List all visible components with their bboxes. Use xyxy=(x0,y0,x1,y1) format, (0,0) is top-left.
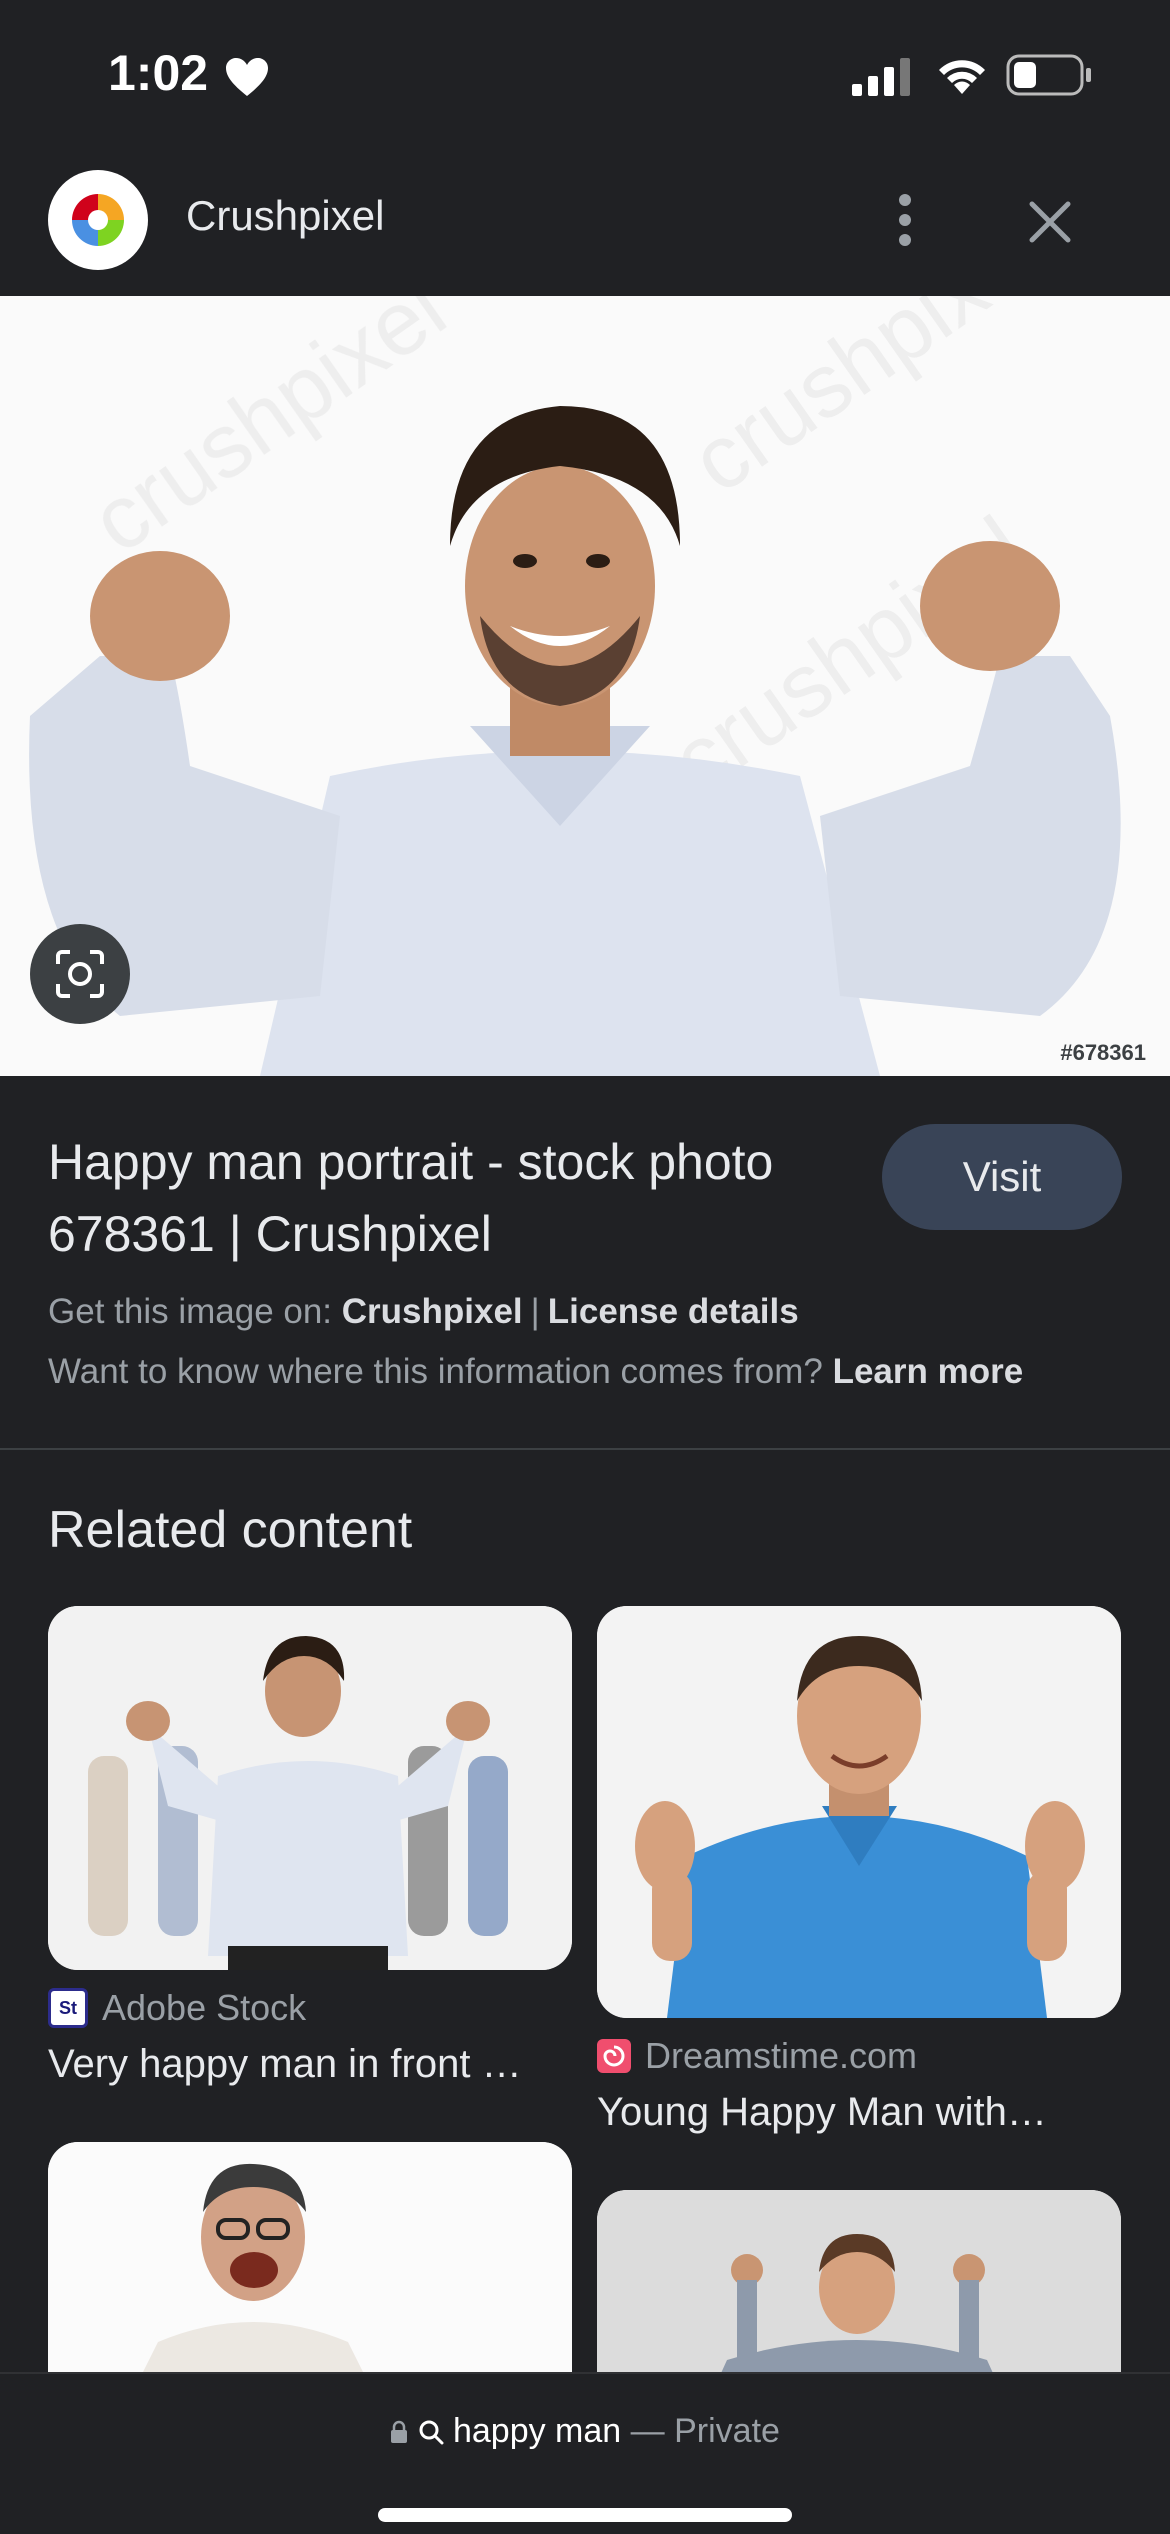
related-card[interactable]: St Adobe Stock Very happy man in front … xyxy=(48,1606,572,2087)
site-header: Crushpixel xyxy=(0,150,1170,296)
related-card[interactable]: Dreamstime.com Young Happy Man with… xyxy=(597,1606,1121,2135)
close-icon xyxy=(1029,201,1071,243)
source-row: Dreamstime.com xyxy=(597,2035,1121,2076)
more-vert-icon xyxy=(899,194,911,246)
license-details-link[interactable]: License details xyxy=(548,1292,799,1331)
related-image xyxy=(48,2142,572,2382)
related-thumbnail[interactable] xyxy=(48,2142,572,2382)
address-pill[interactable]: happy man — Private xyxy=(0,2412,1170,2451)
related-thumbnail[interactable] xyxy=(597,2190,1121,2382)
more-options-button[interactable] xyxy=(870,180,940,260)
related-thumbnail[interactable] xyxy=(48,1606,572,1970)
search-query: happy man xyxy=(452,2412,622,2450)
adobe-stock-icon: St xyxy=(48,1988,88,2028)
image-id-label: #678361 xyxy=(1060,1040,1146,1065)
source-name: Dreamstime.com xyxy=(645,2035,918,2076)
related-image xyxy=(597,1606,1121,2018)
lock-icon xyxy=(391,2420,408,2443)
close-button[interactable] xyxy=(1010,182,1090,262)
related-card[interactable] xyxy=(597,2190,1121,2382)
main-image[interactable]: crushpixel crushpixel crushpixel #678361 xyxy=(0,296,1170,1076)
learn-more-link[interactable]: Learn more xyxy=(833,1352,1024,1391)
get-image-prefix: Get this image on: xyxy=(48,1292,333,1331)
info-question: Want to know where this information come… xyxy=(48,1352,823,1391)
image-info-panel: Happy man portrait - stock photo 678361 … xyxy=(0,1076,1170,1450)
related-card[interactable] xyxy=(48,2142,572,2382)
happy-man-photo: crushpixel crushpixel crushpixel xyxy=(0,296,1170,1076)
wifi-icon xyxy=(939,60,985,94)
dreamstime-icon xyxy=(597,2039,631,2073)
visit-button[interactable]: Visit xyxy=(882,1124,1122,1230)
bottom-address-bar: happy man — Private xyxy=(0,2372,1170,2534)
battery-icon xyxy=(1006,54,1091,96)
related-thumbnail[interactable] xyxy=(597,1606,1121,2018)
source-name: Adobe Stock xyxy=(102,1987,307,2028)
status-bar: 1:02 xyxy=(0,0,1170,150)
cellular-signal-icon xyxy=(852,58,910,96)
heart-icon xyxy=(226,58,268,96)
get-image-line: Get this image on: Crushpixel | License de… xyxy=(48,1292,799,1332)
page-title[interactable]: Happy man portrait - stock photo 678361 … xyxy=(48,1126,828,1270)
separator: | xyxy=(530,1292,540,1331)
lens-icon xyxy=(56,950,104,998)
related-image xyxy=(597,2190,1121,2382)
info-source-line: Want to know where this information come… xyxy=(48,1352,1023,1392)
home-indicator[interactable] xyxy=(378,2508,792,2522)
site-name[interactable]: Crushpixel xyxy=(186,192,384,240)
source-link[interactable]: Crushpixel xyxy=(342,1292,523,1331)
status-time: 1:02 xyxy=(108,45,209,101)
private-mode-label: — Private xyxy=(630,2412,780,2450)
source-row: St Adobe Stock xyxy=(48,1987,572,2028)
related-content-heading: Related content xyxy=(48,1501,413,1559)
card-title[interactable]: Very happy man in front … xyxy=(48,2042,572,2087)
related-image xyxy=(48,1606,572,1970)
card-title[interactable]: Young Happy Man with… xyxy=(597,2090,1121,2135)
lens-search-button[interactable] xyxy=(30,924,130,1024)
search-icon xyxy=(419,2420,444,2445)
crushpixel-logo-icon[interactable] xyxy=(48,170,148,270)
